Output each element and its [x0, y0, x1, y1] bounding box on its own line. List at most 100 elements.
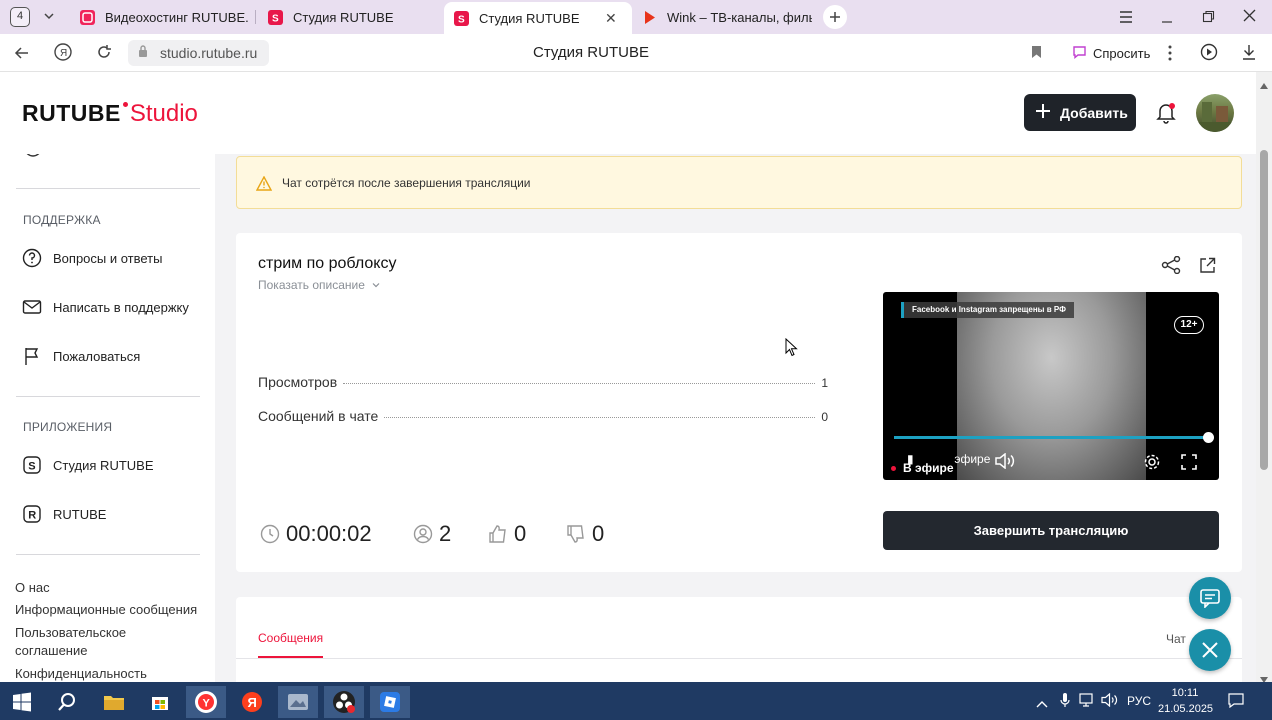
tab-list-chevron-icon[interactable]	[42, 9, 56, 28]
rutube-app-icon: R	[23, 505, 41, 523]
end-stream-button[interactable]: Завершить трансляцию	[883, 511, 1219, 550]
share-icon[interactable]	[1161, 255, 1181, 279]
tab-count-button[interactable]: 4	[10, 7, 30, 27]
views-label: Просмотров	[258, 374, 338, 390]
ask-alice-button[interactable]: Спросить	[1062, 40, 1161, 66]
browser-address-bar: Я studio.rutube.ru Студия RUTUBE Спросит…	[0, 34, 1272, 72]
notifications-bell-icon[interactable]	[1156, 102, 1176, 129]
clock[interactable]: 10:11 21.05.2025	[1158, 685, 1214, 717]
store-taskbar-button[interactable]	[140, 686, 180, 718]
mouse-cursor-icon	[785, 337, 798, 362]
close-float-button[interactable]	[1189, 629, 1231, 671]
clock-date: 21.05.2025	[1158, 703, 1214, 715]
page-scrollbar[interactable]	[1256, 72, 1272, 683]
speaker-icon[interactable]	[1101, 692, 1119, 712]
dislikes-value: 0	[592, 521, 605, 546]
yandex-taskbar-button[interactable]: Я	[232, 686, 272, 718]
video-player[interactable]: Facebook и Instagram запрещены в РФ 12+ …	[883, 292, 1219, 480]
open-external-icon[interactable]	[1199, 257, 1216, 279]
close-window-icon[interactable]	[1243, 9, 1256, 27]
url-field[interactable]: studio.rutube.ru	[128, 40, 270, 66]
leader-dots	[343, 383, 816, 384]
sidebar-item-faq[interactable]: Вопросы и ответы	[22, 248, 162, 268]
search-icon	[58, 693, 75, 711]
chat-float-button[interactable]	[1189, 577, 1231, 619]
footer-link-about[interactable]: О нас	[15, 579, 50, 597]
keyboard-language[interactable]: РУС	[1127, 694, 1151, 708]
browser-tab-wink[interactable]: Wink – ТВ-каналы, фильм	[642, 4, 812, 30]
stream-card: стрим по роблоксу Показать описание Прос…	[236, 233, 1242, 572]
bookmark-icon[interactable]	[1031, 45, 1042, 64]
restriction-banner: Facebook и Instagram запрещены в РФ	[901, 302, 1074, 318]
tab-title: Wink – ТВ-каналы, фильм	[667, 9, 812, 25]
clock-time: 10:11	[1171, 687, 1199, 699]
age-rating-badge: 12+	[1174, 316, 1204, 334]
sidebar-item-rutube-app[interactable]: R RUTUBE	[22, 504, 106, 524]
studio-favicon-icon: S	[454, 10, 469, 26]
add-button[interactable]: Добавить	[1024, 94, 1136, 131]
more-menu-icon[interactable]	[1168, 45, 1172, 66]
chat-warning-notice: Чат сотрётся после завершения трансляции	[236, 156, 1242, 209]
viewers-value: 2	[439, 521, 452, 546]
warning-icon	[255, 175, 273, 196]
user-avatar[interactable]	[1196, 94, 1234, 132]
clock-icon	[260, 524, 280, 544]
main-content: Чат сотрётся после завершения трансляции…	[215, 154, 1256, 682]
lock-icon	[138, 40, 148, 66]
close-tab-icon[interactable]: ✕	[605, 10, 617, 27]
rutube-studio-logo[interactable]: RUTUBE Studio	[22, 100, 198, 128]
warning-text: Чат сотрётся после завершения трансляции	[282, 176, 531, 190]
notification-center-icon[interactable]	[1228, 693, 1244, 713]
likes-value: 0	[514, 521, 527, 546]
yandex-browser-taskbar-button[interactable]: Y	[186, 686, 226, 718]
search-taskbar-button[interactable]	[47, 686, 87, 718]
back-icon[interactable]	[14, 45, 30, 66]
divider	[16, 396, 200, 397]
download-icon[interactable]	[1242, 44, 1256, 65]
roblox-taskbar-button[interactable]	[370, 686, 410, 718]
sidebar-item-write-support[interactable]: Написать в поддержку	[22, 297, 189, 317]
sidebar-item-report[interactable]: Пожаловаться	[22, 346, 140, 366]
browser-tab-studio-active[interactable]: S Студия RUTUBE ✕	[444, 2, 632, 34]
tab-chat[interactable]: Чат	[1166, 632, 1186, 646]
logo-main: RUTUBE	[22, 100, 121, 126]
network-icon[interactable]	[1079, 693, 1097, 712]
question-icon	[22, 248, 42, 268]
browser-tab-rutube-hosting[interactable]: Видеохостинг RUTUBE. С	[80, 4, 250, 30]
obs-taskbar-button[interactable]	[324, 686, 364, 718]
volume-icon[interactable]	[995, 452, 1017, 474]
studio-app-icon: S	[23, 456, 41, 474]
restore-icon[interactable]	[1202, 10, 1215, 28]
scroll-up-arrow-icon[interactable]	[1260, 76, 1268, 94]
thumbs-up-icon	[489, 525, 506, 543]
settings-gear-icon[interactable]	[1143, 453, 1161, 476]
sidebar-item-studio-app[interactable]: S Студия RUTUBE	[22, 455, 154, 475]
page-title-center: Студия RUTUBE	[533, 44, 649, 61]
start-button[interactable]	[2, 686, 42, 718]
tray-chevron-up-icon[interactable]	[1036, 695, 1048, 713]
close-icon	[1202, 642, 1218, 658]
tabs-underline	[236, 658, 1242, 659]
fullscreen-icon[interactable]	[1181, 454, 1197, 475]
yandex-home-icon[interactable]: Я	[54, 43, 72, 66]
media-play-icon[interactable]	[1200, 43, 1218, 66]
browser-menu-icon[interactable]	[1119, 10, 1133, 28]
svg-text:S: S	[28, 461, 35, 473]
footer-link-user-agreement[interactable]: Пользовательское соглашение	[15, 624, 165, 660]
minimize-icon[interactable]	[1160, 10, 1174, 28]
scroll-thumb[interactable]	[1260, 150, 1268, 470]
player-progress-track[interactable]	[894, 432, 1214, 443]
partial-sidebar-icon	[24, 154, 42, 164]
footer-link-privacy[interactable]: Конфиденциальность	[15, 665, 147, 682]
url-text: studio.rutube.ru	[160, 45, 258, 61]
reload-icon[interactable]	[96, 44, 112, 65]
footer-link-info-messages[interactable]: Информационные сообщения	[15, 601, 197, 619]
player-progress-handle[interactable]	[1203, 432, 1214, 443]
tab-messages[interactable]: Сообщения	[258, 631, 324, 658]
new-tab-button[interactable]	[823, 5, 847, 29]
media-taskbar-button[interactable]	[278, 686, 318, 718]
browser-tab-studio-1[interactable]: S Студия RUTUBE	[268, 4, 428, 30]
file-explorer-taskbar-button[interactable]	[94, 686, 134, 718]
show-description-toggle[interactable]: Показать описание	[258, 278, 381, 292]
microphone-icon[interactable]	[1060, 692, 1070, 713]
